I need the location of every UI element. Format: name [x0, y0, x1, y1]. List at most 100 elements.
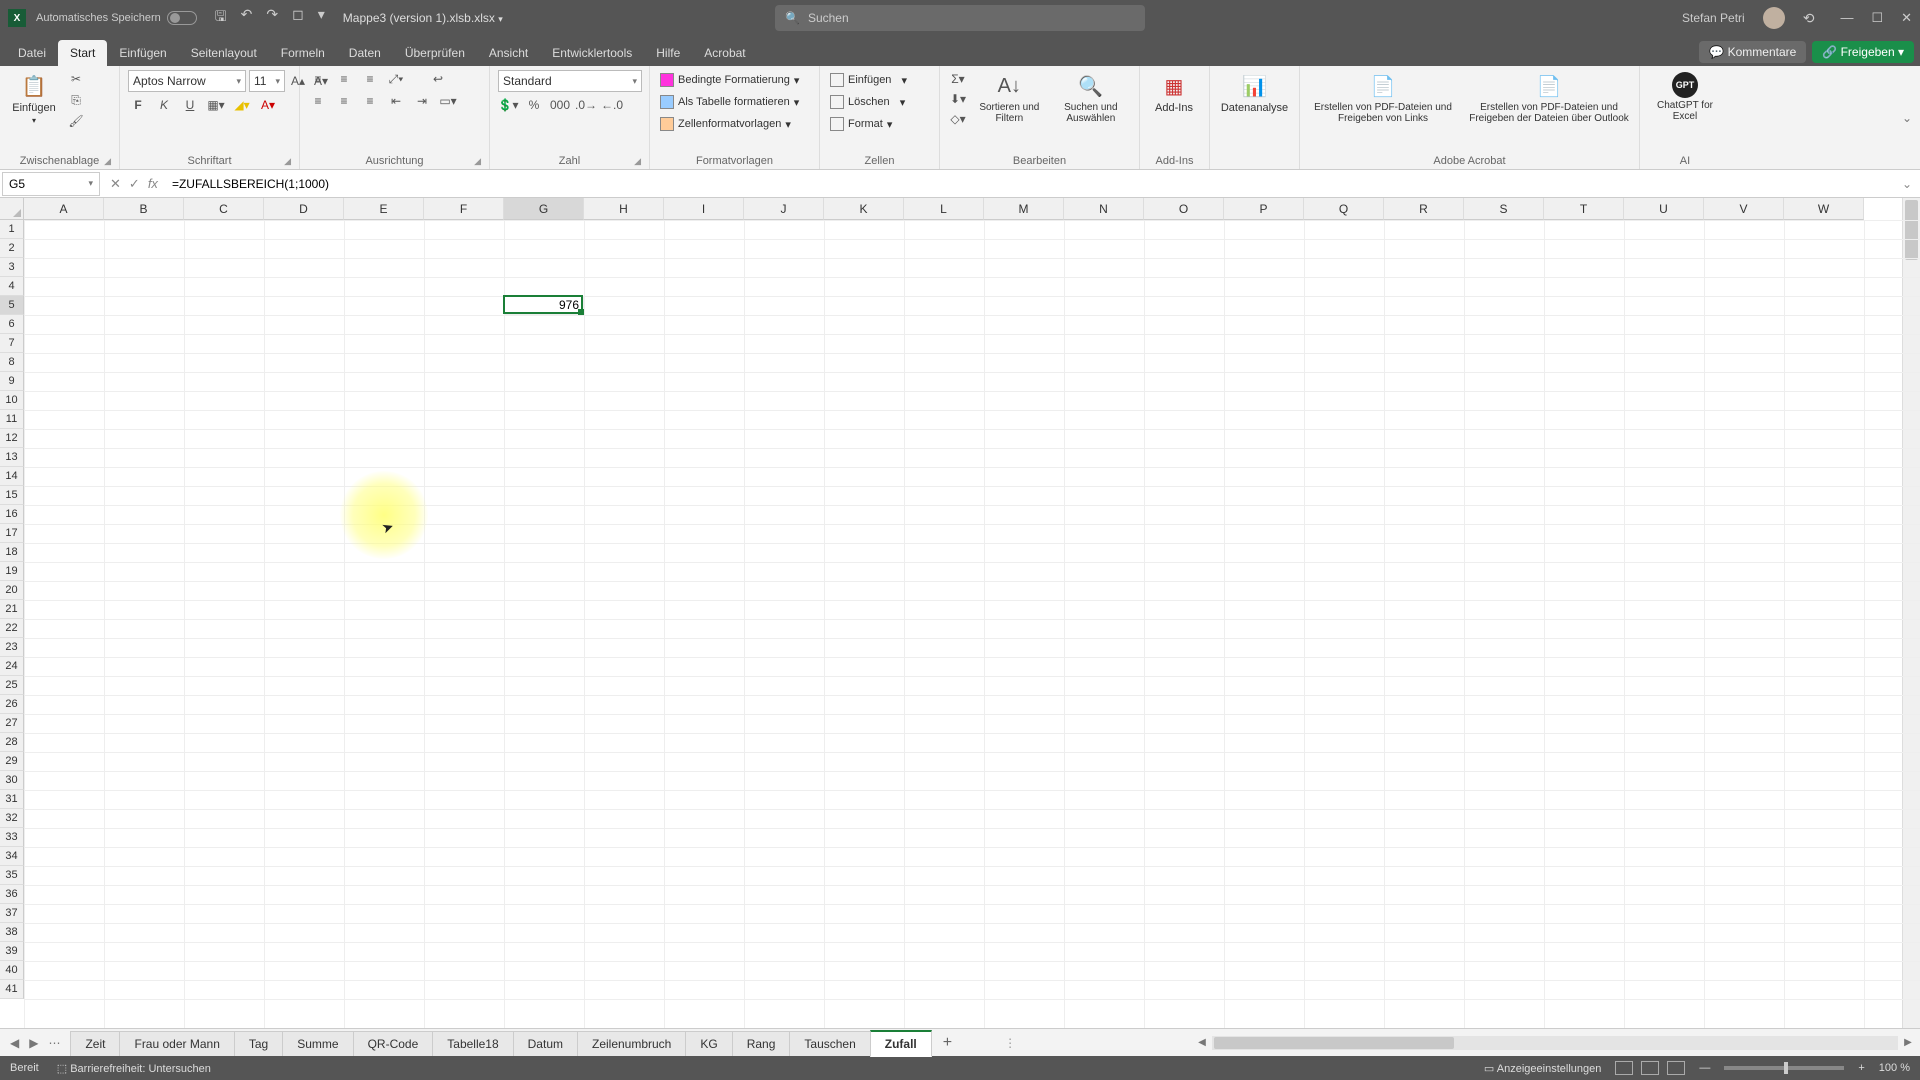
sheet-tab[interactable]: Datum	[513, 1031, 578, 1056]
row-header[interactable]: 4	[0, 277, 24, 296]
user-name[interactable]: Stefan Petri	[1682, 11, 1745, 25]
italic-button[interactable]: K	[154, 96, 174, 114]
column-header[interactable]: I	[664, 198, 744, 220]
column-header[interactable]: L	[904, 198, 984, 220]
hscroll-left[interactable]: ◀	[1194, 1037, 1210, 1048]
row-header[interactable]: 31	[0, 790, 24, 809]
sheet-tab[interactable]: Zeilenumbruch	[577, 1031, 686, 1056]
minimize-button[interactable]: —	[1840, 10, 1853, 26]
row-header[interactable]: 24	[0, 657, 24, 676]
column-header[interactable]: G	[504, 198, 584, 220]
expand-formula-icon[interactable]: ⌄	[1894, 177, 1920, 191]
row-header[interactable]: 14	[0, 467, 24, 486]
ribbon-tab-start[interactable]: Start	[58, 40, 107, 66]
select-all-corner[interactable]	[0, 198, 24, 220]
row-header[interactable]: 6	[0, 315, 24, 334]
formula-input[interactable]: =ZUFALLSBEREICH(1;1000)	[166, 177, 1894, 191]
row-header[interactable]: 26	[0, 695, 24, 714]
row-header[interactable]: 8	[0, 353, 24, 372]
enter-formula-icon[interactable]: ✓	[129, 176, 140, 192]
column-header[interactable]: P	[1224, 198, 1304, 220]
row-header[interactable]: 30	[0, 771, 24, 790]
sheet-nav-more[interactable]: ⋯	[48, 1036, 60, 1050]
row-header[interactable]: 18	[0, 543, 24, 562]
font-size-combo[interactable]: 11▾	[249, 70, 285, 92]
fill-color-icon[interactable]: ◢▾	[232, 96, 252, 114]
font-color-icon[interactable]: A▾	[258, 96, 278, 114]
underline-button[interactable]: U	[180, 96, 200, 114]
cell-styles-button[interactable]: Zellenformatvorlagen ▾	[658, 114, 793, 134]
decrease-decimal-icon[interactable]: ←.0	[602, 96, 622, 114]
sheet-nav-next[interactable]: ▶	[29, 1036, 38, 1050]
column-header[interactable]: J	[744, 198, 824, 220]
ribbon-tab-seitenlayout[interactable]: Seitenlayout	[179, 40, 269, 66]
name-box[interactable]: G5▾	[2, 172, 100, 196]
column-header[interactable]: W	[1784, 198, 1864, 220]
fill-handle[interactable]	[578, 309, 584, 315]
row-header[interactable]: 3	[0, 258, 24, 277]
merge-icon[interactable]: ▭▾	[438, 92, 458, 110]
row-header[interactable]: 32	[0, 809, 24, 828]
row-header[interactable]: 33	[0, 828, 24, 847]
row-header[interactable]: 13	[0, 448, 24, 467]
row-header[interactable]: 38	[0, 923, 24, 942]
zoom-out-icon[interactable]: —	[1699, 1062, 1710, 1074]
column-header[interactable]: C	[184, 198, 264, 220]
row-header[interactable]: 27	[0, 714, 24, 733]
row-header[interactable]: 28	[0, 733, 24, 752]
format-painter-icon[interactable]: 🖌	[66, 112, 86, 130]
page-break-view-icon[interactable]	[1667, 1061, 1685, 1075]
align-middle-icon[interactable]: ≡	[334, 70, 354, 88]
row-header[interactable]: 16	[0, 505, 24, 524]
column-header[interactable]: M	[984, 198, 1064, 220]
zoom-level[interactable]: 100 %	[1879, 1062, 1910, 1074]
row-header[interactable]: 34	[0, 847, 24, 866]
column-header[interactable]: K	[824, 198, 904, 220]
ribbon-tab-acrobat[interactable]: Acrobat	[692, 40, 757, 66]
find-select-button[interactable]: 🔍 Suchen und Auswählen	[1051, 70, 1131, 126]
row-headers[interactable]: 1234567891011121314151617181920212223242…	[0, 220, 24, 999]
font-name-combo[interactable]: Aptos Narrow▾	[128, 70, 246, 92]
row-header[interactable]: 20	[0, 581, 24, 600]
format-as-table-button[interactable]: Als Tabelle formatieren ▾	[658, 92, 801, 112]
column-header[interactable]: N	[1064, 198, 1144, 220]
column-header[interactable]: D	[264, 198, 344, 220]
sheet-tab[interactable]: Tabelle18	[432, 1031, 513, 1056]
row-header[interactable]: 35	[0, 866, 24, 885]
align-bottom-icon[interactable]: ≡	[360, 70, 380, 88]
horizontal-scrollbar[interactable]: ◀ ▶	[1190, 1036, 1920, 1050]
indent-decrease-icon[interactable]: ⇤	[386, 92, 406, 110]
user-avatar[interactable]	[1763, 7, 1785, 29]
sheet-tab[interactable]: QR-Code	[353, 1031, 434, 1056]
pdf-share-outlook-button[interactable]: 📄Erstellen von PDF-Dateien und Freigeben…	[1464, 70, 1634, 126]
ribbon-tab-hilfe[interactable]: Hilfe	[644, 40, 692, 66]
redo-icon[interactable]: ↷	[266, 6, 278, 30]
sheet-tab[interactable]: Zeit	[70, 1031, 120, 1056]
column-header[interactable]: A	[24, 198, 104, 220]
increase-decimal-icon[interactable]: .0→	[576, 96, 596, 114]
display-settings-button[interactable]: ▭ Anzeigeeinstellungen	[1484, 1062, 1601, 1075]
ribbon-tab-überprüfen[interactable]: Überprüfen	[393, 40, 477, 66]
row-header[interactable]: 7	[0, 334, 24, 353]
sheet-tab[interactable]: Tag	[234, 1031, 283, 1056]
column-header[interactable]: R	[1384, 198, 1464, 220]
row-header[interactable]: 19	[0, 562, 24, 581]
number-format-combo[interactable]: Standard▾	[498, 70, 642, 92]
qat-more-icon[interactable]: ▾	[318, 6, 325, 30]
vscroll-thumb[interactable]	[1905, 200, 1918, 260]
sheet-tab[interactable]: KG	[685, 1031, 732, 1056]
sheet-tab[interactable]: Summe	[282, 1031, 353, 1056]
sheet-nav-prev[interactable]: ◀	[10, 1036, 19, 1050]
row-header[interactable]: 22	[0, 619, 24, 638]
ribbon-tab-entwicklertools[interactable]: Entwicklertools	[540, 40, 644, 66]
orientation-icon[interactable]: ⤢▾	[386, 70, 406, 88]
column-header[interactable]: U	[1624, 198, 1704, 220]
tab-split-handle[interactable]: ⋮	[1004, 1036, 1016, 1050]
column-header[interactable]: T	[1544, 198, 1624, 220]
data-analysis-button[interactable]: 📊Datenanalyse	[1218, 70, 1291, 116]
sheet-tab[interactable]: Rang	[732, 1031, 791, 1056]
row-header[interactable]: 2	[0, 239, 24, 258]
accessibility-status[interactable]: ⬚ Barrierefreiheit: Untersuchen	[57, 1062, 211, 1075]
ribbon-tab-datei[interactable]: Datei	[6, 40, 58, 66]
column-header[interactable]: E	[344, 198, 424, 220]
